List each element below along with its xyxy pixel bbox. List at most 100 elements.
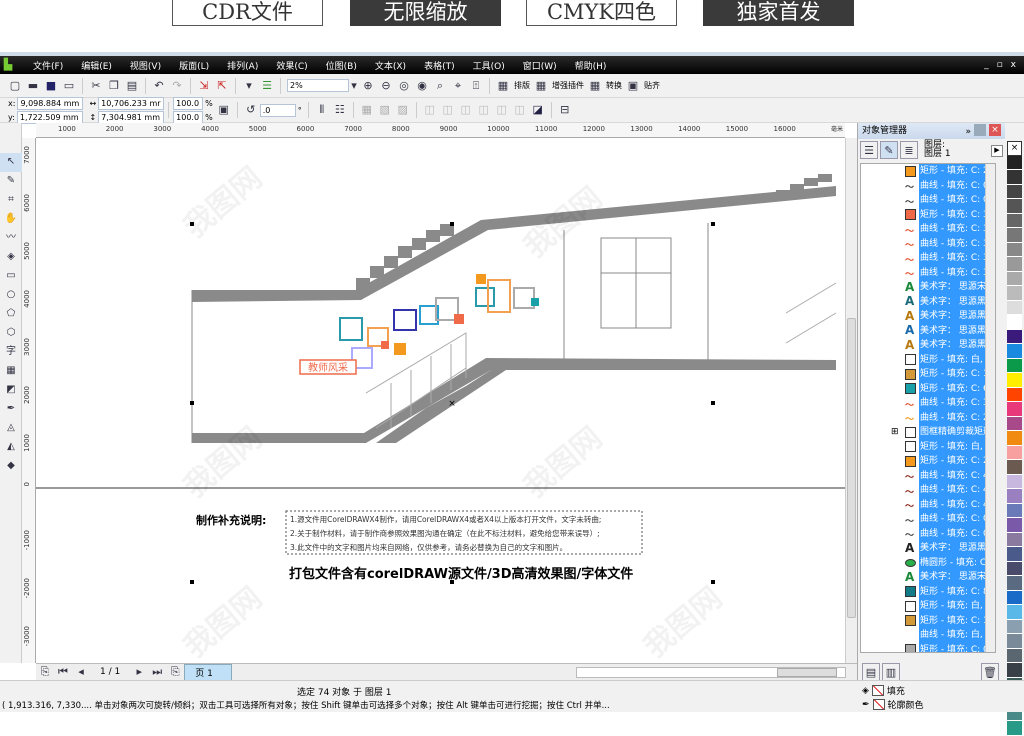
menu-item[interactable]: 工具(O)	[464, 59, 514, 72]
app-launcher-icon[interactable]: ▾	[240, 77, 258, 95]
plugin-icon[interactable]: ▦	[494, 77, 512, 95]
no-color-swatch[interactable]: ×	[1007, 141, 1022, 156]
layer-menu-button[interactable]: ▶	[991, 145, 1003, 157]
print-icon[interactable]: ▭	[60, 77, 78, 95]
enhance-plugin-button[interactable]: 增强插件	[552, 80, 584, 91]
color-swatch[interactable]	[1007, 402, 1022, 417]
snap-icon[interactable]: ▣	[624, 77, 642, 95]
object-row[interactable]: 椭圆形 - 填充: C: 60	[861, 555, 995, 570]
object-row[interactable]: 矩形 - 填充: C: 65 M	[861, 381, 995, 396]
delete-icon[interactable]: 🗑	[981, 663, 999, 681]
plugin-icon[interactable]: ▦	[532, 77, 550, 95]
previous-page-icon[interactable]: ◂	[72, 663, 90, 681]
scroll-thumb[interactable]	[777, 668, 837, 677]
simplify-icon[interactable]: ◫	[493, 101, 511, 119]
object-row[interactable]: 矩形 - 填充: 白, 轮廓	[861, 599, 995, 614]
object-row[interactable]: 〜曲线 - 填充: C: 0 M	[861, 193, 995, 208]
zoom-out-icon[interactable]: ⊖	[377, 77, 395, 95]
open-icon[interactable]: ▬	[24, 77, 42, 95]
front-minus-back-icon[interactable]: ◫	[511, 101, 529, 119]
color-swatch[interactable]	[1007, 373, 1022, 388]
ungroup-all-icon[interactable]: ▨	[394, 101, 412, 119]
ellipse-tool-icon[interactable]: ○	[0, 286, 22, 305]
restore-button[interactable]: ▫	[997, 60, 1003, 70]
color-swatch[interactable]	[1007, 271, 1022, 286]
basic-shapes-icon[interactable]: ⬡	[0, 324, 22, 343]
object-row[interactable]: 矩形 - 填充: C: 3 M	[861, 207, 995, 222]
object-row[interactable]: 〜曲线 - 填充: C: 0 M	[861, 178, 995, 193]
crop-tool-icon[interactable]: ⌗	[0, 191, 22, 210]
color-swatch[interactable]	[1007, 213, 1022, 228]
dimension-tool-icon[interactable]: ◩	[0, 381, 22, 400]
new-master-layer-icon[interactable]: ▥	[882, 663, 900, 681]
ungroup-icon[interactable]: ▧	[376, 101, 394, 119]
color-swatch[interactable]	[1007, 474, 1022, 489]
color-swatch[interactable]	[1007, 721, 1022, 736]
new-icon[interactable]: ▢	[6, 77, 24, 95]
horizontal-ruler[interactable]: 1000 2000 3000 4000 5000 6000 7000 8000 9000 1000…	[36, 123, 845, 138]
menu-item[interactable]: 表格(T)	[415, 59, 464, 72]
first-page-icon[interactable]: ⏮	[54, 663, 72, 681]
object-row[interactable]: 矩形 - 填充: 白, 轮廓	[861, 352, 995, 367]
menu-item[interactable]: 文件(F)	[24, 59, 72, 72]
color-swatch[interactable]	[1007, 663, 1022, 678]
chevron-down-icon[interactable]: ▾	[349, 77, 359, 95]
color-swatch[interactable]	[1007, 228, 1022, 243]
no-fill-swatch[interactable]	[871, 685, 884, 696]
zoom-all-icon[interactable]: ◉	[413, 77, 431, 95]
zoom-height-icon[interactable]: ⍐	[467, 77, 485, 95]
object-row[interactable]: 矩形 - 填充: C: 0 M	[861, 642, 995, 652]
object-row[interactable]: A 美术字： 思源黑体 (	[861, 338, 995, 353]
convert-button[interactable]: 转换	[606, 80, 622, 91]
x-position-field[interactable]: 9,098.884 mm	[17, 96, 84, 110]
object-row[interactable]: 〜曲线 - 填充: C: 3 M	[861, 236, 995, 251]
table-tool-icon[interactable]: ▦	[0, 362, 22, 381]
scroll-thumb[interactable]	[847, 318, 856, 618]
color-swatch[interactable]	[1007, 460, 1022, 475]
add-page-after-icon[interactable]: ⎘	[166, 663, 184, 681]
trim-icon[interactable]: ◫	[457, 101, 475, 119]
shape-tool-icon[interactable]: ✎	[0, 172, 22, 191]
color-swatch[interactable]	[1007, 242, 1022, 257]
vertical-scrollbar[interactable]	[845, 138, 857, 663]
scale-y-field[interactable]: 100.0	[173, 110, 204, 124]
minimize-panel-button[interactable]	[974, 124, 986, 136]
object-row[interactable]: A 美术字： 思源宋体 (	[861, 280, 995, 295]
snap-button[interactable]: 贴齐	[644, 80, 660, 91]
color-swatch[interactable]	[1007, 576, 1022, 591]
list-scrollbar[interactable]	[985, 164, 995, 652]
color-swatch[interactable]	[1007, 590, 1022, 605]
last-page-icon[interactable]: ⏭	[148, 663, 166, 681]
color-swatch[interactable]	[1007, 257, 1022, 272]
expand-icon[interactable]: »	[965, 124, 971, 140]
color-swatch[interactable]	[1007, 329, 1022, 344]
object-row[interactable]: 矩形 - 填充: C: 16 M	[861, 367, 995, 382]
object-row[interactable]: 〜曲线 - 填充: C: 3 M	[861, 265, 995, 280]
color-swatch[interactable]	[1007, 358, 1022, 373]
close-panel-button[interactable]: ×	[989, 124, 1001, 136]
pan-tool-icon[interactable]: ✋	[0, 210, 22, 229]
edit-across-layers-icon[interactable]: ✎	[880, 141, 898, 159]
zoom-page-icon[interactable]: ⌕	[431, 77, 449, 95]
color-swatch[interactable]	[1007, 648, 1022, 663]
redo-icon[interactable]: ↷	[168, 77, 186, 95]
color-swatch[interactable]	[1007, 170, 1022, 185]
intersect-icon[interactable]: ◫	[475, 101, 493, 119]
minimize-button[interactable]: _	[984, 60, 989, 70]
color-swatch[interactable]	[1007, 300, 1022, 315]
object-row[interactable]: ⊞ 图框精确剪裁矩形 -	[861, 425, 995, 440]
typeset-button[interactable]: 排版	[514, 80, 530, 91]
horizontal-scrollbar[interactable]	[576, 667, 846, 678]
color-swatch[interactable]	[1007, 489, 1022, 504]
menu-item[interactable]: 编辑(E)	[72, 59, 121, 72]
page-tab-1[interactable]: 页 1	[184, 663, 232, 681]
mirror-vertical-icon[interactable]: ☷	[331, 101, 349, 119]
color-swatch[interactable]	[1007, 344, 1022, 359]
menu-item[interactable]: 窗口(W)	[514, 59, 566, 72]
object-row[interactable]: A 美术字： 思源宋体 (	[861, 570, 995, 585]
object-row[interactable]: 〜曲线 - 填充: 白, 轮廓	[861, 628, 995, 643]
object-row[interactable]: 〜曲线 - 填充: C: 3 M	[861, 251, 995, 266]
combine-icon[interactable]: ◫	[421, 101, 439, 119]
show-properties-icon[interactable]: ☰	[860, 141, 878, 159]
eyedropper-icon[interactable]: ✒	[0, 400, 22, 419]
